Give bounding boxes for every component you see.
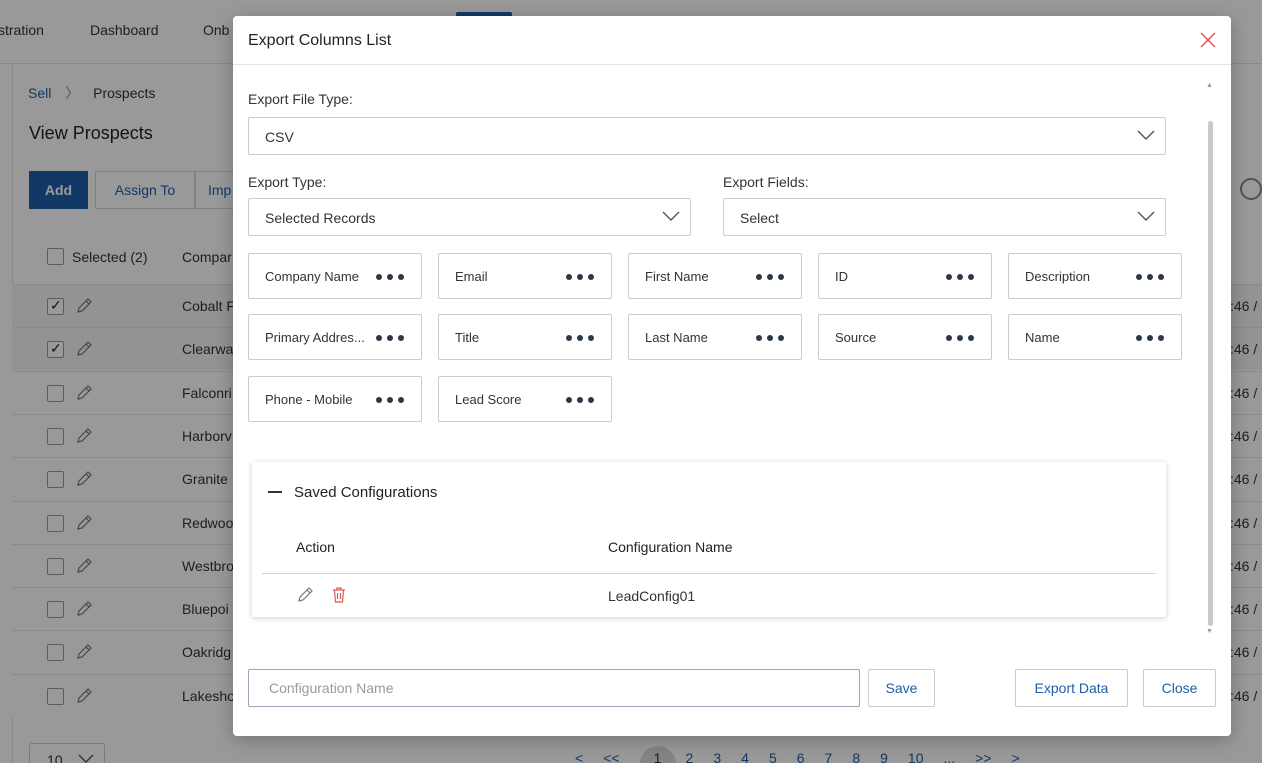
close-icon[interactable]	[1197, 29, 1219, 51]
column-chip[interactable]: Description	[1008, 253, 1182, 299]
export-fields-label: Export Fields:	[723, 174, 809, 190]
column-chip[interactable]: Name	[1008, 314, 1182, 360]
more-options-icon[interactable]	[945, 334, 975, 342]
saved-configurations-panel: Saved Configurations Action Configuratio…	[252, 462, 1166, 617]
column-chip-label: Last Name	[645, 330, 708, 345]
action-column-header: Action	[296, 539, 335, 555]
column-chip-label: Company Name	[265, 269, 359, 284]
column-chip[interactable]: Phone - Mobile	[248, 376, 422, 422]
export-columns-modal: Export Columns List Export File Type: CS…	[233, 16, 1231, 736]
column-chip-label: Phone - Mobile	[265, 392, 353, 407]
edit-pencil-icon[interactable]	[296, 586, 314, 604]
export-fields-value: Select	[740, 210, 779, 226]
column-chip-label: Title	[455, 330, 480, 345]
more-options-icon[interactable]	[1135, 334, 1165, 342]
scroll-down-arrow-icon[interactable]: ▼	[1206, 628, 1213, 635]
modal-title: Export Columns List	[248, 32, 392, 49]
configuration-name-cell: LeadConfig01	[608, 588, 696, 604]
more-options-icon[interactable]	[755, 273, 785, 281]
modal-header: Export Columns List	[233, 16, 1231, 65]
chevron-down-icon	[1137, 130, 1155, 140]
column-chip[interactable]: ID	[818, 253, 992, 299]
more-options-icon[interactable]	[375, 334, 405, 342]
export-data-button[interactable]: Export Data	[1015, 669, 1128, 707]
save-button[interactable]: Save	[868, 669, 935, 707]
configuration-name-column-header: Configuration Name	[608, 539, 733, 555]
column-chip[interactable]: Title	[438, 314, 612, 360]
more-options-icon[interactable]	[755, 334, 785, 342]
export-type-label: Export Type:	[248, 174, 327, 190]
delete-trash-icon[interactable]	[331, 586, 347, 604]
scrollbar-thumb[interactable]	[1208, 121, 1213, 626]
close-button[interactable]: Close	[1143, 669, 1216, 707]
export-type-value: Selected Records	[265, 210, 376, 226]
more-options-icon[interactable]	[1135, 273, 1165, 281]
column-chip-label: ID	[835, 269, 848, 284]
column-chip[interactable]: Last Name	[628, 314, 802, 360]
column-chip[interactable]: First Name	[628, 253, 802, 299]
column-chip[interactable]: Company Name	[248, 253, 422, 299]
column-chip-label: Name	[1025, 330, 1060, 345]
more-options-icon[interactable]	[945, 273, 975, 281]
scroll-up-arrow-icon[interactable]: ▲	[1206, 82, 1213, 89]
column-chip-label: Source	[835, 330, 877, 345]
column-chip-label: Primary Addres...	[265, 330, 365, 345]
more-options-icon[interactable]	[565, 334, 595, 342]
collapse-minus-icon[interactable]	[268, 491, 282, 493]
saved-configurations-title[interactable]: Saved Configurations	[294, 484, 437, 501]
column-chip-label: Email	[455, 269, 488, 284]
more-options-icon[interactable]	[565, 273, 595, 281]
export-fields-select[interactable]: Select	[723, 198, 1166, 236]
more-options-icon[interactable]	[375, 396, 405, 404]
export-file-type-label: Export File Type:	[248, 91, 353, 107]
column-chip[interactable]: Primary Addres...	[248, 314, 422, 360]
configuration-name-input[interactable]	[248, 669, 860, 707]
saved-table-divider	[262, 573, 1156, 574]
chevron-down-icon	[1137, 211, 1155, 221]
more-options-icon[interactable]	[565, 396, 595, 404]
export-file-type-select[interactable]: CSV	[248, 117, 1166, 155]
column-chip[interactable]: Source	[818, 314, 992, 360]
column-chip[interactable]: Email	[438, 253, 612, 299]
column-chip-label: Lead Score	[455, 392, 522, 407]
chevron-down-icon	[662, 211, 680, 221]
column-chip-label: Description	[1025, 269, 1091, 284]
export-file-type-value: CSV	[265, 129, 294, 145]
more-options-icon[interactable]	[375, 273, 405, 281]
column-chip-label: First Name	[645, 269, 709, 284]
export-type-select[interactable]: Selected Records	[248, 198, 691, 236]
column-chip[interactable]: Lead Score	[438, 376, 612, 422]
